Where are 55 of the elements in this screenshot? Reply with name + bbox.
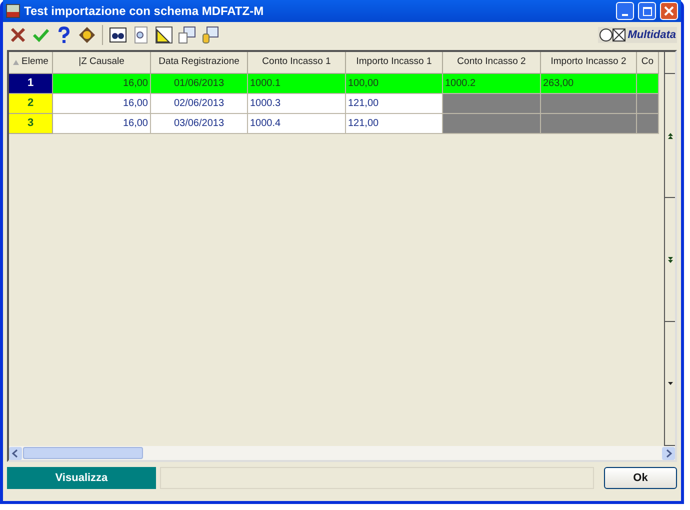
table-cell: 263,00 bbox=[541, 74, 637, 94]
table-cell: 1000.1 bbox=[248, 74, 346, 94]
table-cell bbox=[637, 74, 659, 94]
table-cell: 02/06/2013 bbox=[151, 94, 248, 114]
table-cell bbox=[637, 114, 659, 134]
checkmark-icon bbox=[32, 27, 50, 43]
copy-table-button[interactable] bbox=[176, 24, 198, 46]
scroll-right-icon bbox=[662, 446, 675, 460]
document-magnifier-icon bbox=[133, 26, 149, 44]
scroll-down-icon bbox=[668, 256, 672, 262]
column-header[interactable]: Eleme bbox=[9, 52, 53, 74]
maximize-button[interactable] bbox=[638, 2, 656, 20]
horizontal-scrollbar[interactable] bbox=[9, 446, 675, 460]
vertical-scrollbar[interactable] bbox=[664, 52, 675, 446]
visualizza-button[interactable]: Visualizza bbox=[7, 467, 156, 489]
close-button[interactable] bbox=[660, 2, 678, 20]
window-title: Test importazione con schema MDFATZ-M bbox=[24, 3, 265, 20]
column-header[interactable]: Importo Incasso 2 bbox=[541, 52, 637, 74]
scroll-end-icon bbox=[668, 382, 672, 385]
table-cell: 121,00 bbox=[346, 94, 443, 114]
column-header[interactable]: Data Registrazione bbox=[151, 52, 248, 74]
column-header[interactable]: Conto Incasso 2 bbox=[443, 52, 541, 74]
ok-button[interactable]: Ok bbox=[604, 467, 677, 489]
close-icon bbox=[664, 6, 674, 16]
column-header[interactable]: |Z Causale bbox=[53, 52, 151, 74]
app-icon bbox=[6, 4, 20, 18]
table-cylinder-icon bbox=[201, 26, 219, 44]
table-cell: 1000.2 bbox=[443, 74, 541, 94]
scroll-thumb[interactable] bbox=[23, 447, 143, 459]
table-cell: 121,00 bbox=[346, 114, 443, 134]
column-header[interactable]: Importo Incasso 1 bbox=[346, 52, 443, 74]
row-number[interactable]: 1 bbox=[9, 74, 53, 94]
table-cell: 01/06/2013 bbox=[151, 74, 248, 94]
cross-icon bbox=[10, 27, 26, 43]
question-mark-icon bbox=[57, 26, 71, 44]
table-cell: 03/06/2013 bbox=[151, 114, 248, 134]
column-header[interactable]: Co bbox=[637, 52, 659, 74]
table-cell: 1000.4 bbox=[248, 114, 346, 134]
sort-triangle-icon bbox=[12, 60, 19, 65]
table-cell bbox=[637, 94, 659, 114]
row-number[interactable]: 2 bbox=[9, 94, 53, 114]
circle-cross-logo-icon bbox=[598, 28, 627, 42]
brand-name: Multidata bbox=[628, 28, 676, 43]
scroll-left-icon bbox=[9, 446, 22, 460]
table-cell: 16,00 bbox=[53, 114, 151, 134]
minimize-button[interactable] bbox=[616, 2, 634, 20]
table-cell: 16,00 bbox=[53, 74, 151, 94]
column-header[interactable]: Conto Incasso 1 bbox=[248, 52, 346, 74]
table-cell: 16,00 bbox=[53, 94, 151, 114]
table-copy-icon bbox=[178, 26, 196, 44]
table-cell: 1000.3 bbox=[248, 94, 346, 114]
scroll-up-icon bbox=[668, 132, 672, 138]
layout-button[interactable] bbox=[153, 24, 175, 46]
row-number[interactable]: 3 bbox=[9, 114, 53, 134]
table-cell: 100,00 bbox=[346, 74, 443, 94]
